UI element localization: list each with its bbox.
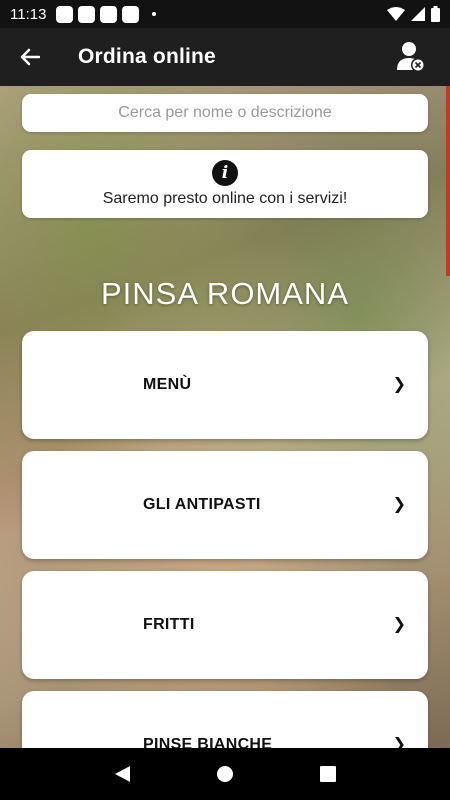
wifi-icon xyxy=(387,7,405,21)
notification-icon xyxy=(78,5,96,23)
nav-back-button[interactable] xyxy=(102,754,142,794)
nav-recents-button[interactable] xyxy=(308,754,348,794)
nav-home-icon xyxy=(216,766,233,782)
search-input[interactable] xyxy=(22,103,428,123)
notification-icon xyxy=(56,5,74,23)
chevron-right-icon: ❯ xyxy=(392,496,406,513)
notification-icon xyxy=(100,5,118,23)
back-arrow-icon xyxy=(20,48,40,66)
chevron-right-icon: ❯ xyxy=(392,736,406,748)
back-button[interactable] xyxy=(0,28,60,86)
section-title: PINSA ROMANA xyxy=(101,276,349,311)
info-icon: i xyxy=(212,160,238,186)
category-card[interactable]: GLI ANTIPASTI ❯ xyxy=(22,451,428,559)
category-label: MENÙ xyxy=(143,376,192,393)
search-box[interactable] xyxy=(22,94,428,132)
page-title: Ordina online xyxy=(78,45,216,68)
category-label: GLI ANTIPASTI xyxy=(143,496,261,513)
nav-back-icon xyxy=(114,766,130,782)
main-content[interactable]: i Saremo presto online con i servizi! PI… xyxy=(0,86,450,748)
system-nav-bar xyxy=(0,748,450,800)
info-message: Saremo presto online con i servizi! xyxy=(102,190,348,207)
accent-edge xyxy=(446,86,450,276)
account-remove-icon xyxy=(397,42,425,72)
chevron-right-icon: ❯ xyxy=(392,616,406,633)
signal-icon xyxy=(411,7,425,21)
status-bar: 11:13 xyxy=(0,0,450,28)
battery-icon xyxy=(431,6,440,22)
nav-home-button[interactable] xyxy=(205,754,245,794)
category-label: FRITTI xyxy=(143,616,195,633)
app-bar: Ordina online xyxy=(0,28,450,86)
nav-recents-icon xyxy=(320,766,337,782)
account-button[interactable] xyxy=(396,40,428,74)
notification-icon xyxy=(122,5,140,23)
category-label: PINSE BIANCHE xyxy=(143,736,273,748)
category-card[interactable]: FRITTI ❯ xyxy=(22,571,428,679)
category-card[interactable]: PINSE BIANCHE ❯ xyxy=(22,691,428,748)
chevron-right-icon: ❯ xyxy=(392,376,406,393)
more-notifications-icon xyxy=(152,12,157,16)
category-card[interactable]: MENÙ ❯ xyxy=(22,331,428,439)
status-time: 11:13 xyxy=(10,5,47,23)
status-icons xyxy=(387,6,440,22)
info-card: i Saremo presto online con i servizi! xyxy=(22,150,428,218)
